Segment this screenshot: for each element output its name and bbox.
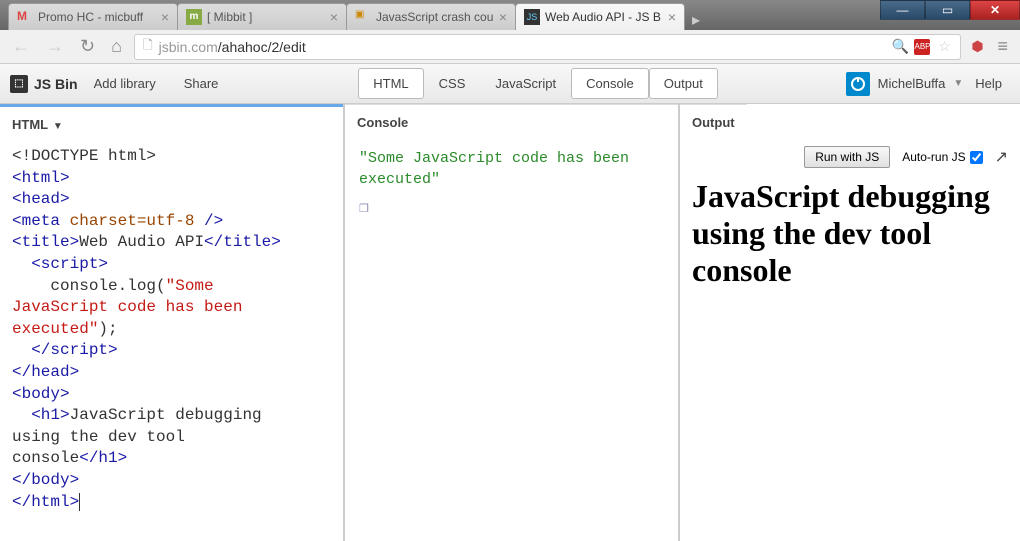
code-editor[interactable]: <!DOCTYPE html> <html> <head> <meta char…	[0, 142, 343, 517]
browser-toolbar: ← → ↻ ⌂ 🗋 jsbin.com/ahahoc/2/edit 🔍 ABP …	[0, 30, 1020, 64]
autorun-input[interactable]	[970, 151, 983, 164]
share-menu[interactable]: Share	[172, 70, 231, 97]
jsbin-icon: JS	[524, 9, 540, 25]
html-pane-header[interactable]: HTML ▼	[0, 104, 343, 142]
menu-icon[interactable]: ≡	[993, 34, 1012, 59]
window-maximize-button[interactable]: ▭	[925, 0, 970, 20]
output-frame: JavaScript debugging using the dev tool …	[680, 174, 1020, 292]
tab-title: [ Mibbit ]	[207, 10, 325, 24]
back-button[interactable]: ←	[8, 34, 34, 59]
tab-title: Web Audio API - JS B	[545, 10, 663, 24]
help-link[interactable]: Help	[967, 76, 1010, 91]
user-section[interactable]: MichelBuffa ▼	[846, 72, 964, 96]
window-minimize-button[interactable]: —	[880, 0, 925, 20]
browser-tab-mibbit[interactable]: m [ Mibbit ] ×	[177, 3, 347, 30]
popout-icon[interactable]: ↗	[995, 147, 1008, 167]
avatar	[846, 72, 870, 96]
abp-icon[interactable]: ABP	[914, 39, 930, 55]
tab-title: JavasScript crash cou	[376, 10, 494, 24]
tab-output[interactable]: Output	[649, 68, 718, 99]
panel-tabs: HTML CSS JavaScript Console Output	[358, 68, 718, 99]
tab-console[interactable]: Console	[571, 68, 649, 99]
browser-tab-jsbin[interactable]: JS Web Audio API - JS B ×	[515, 3, 685, 30]
window-controls: — ▭ ✕	[880, 0, 1020, 20]
close-icon[interactable]: ×	[161, 9, 169, 25]
editor-area: HTML ▼ <!DOCTYPE html> <html> <head> <me…	[0, 104, 1020, 541]
output-pane: Output Run with JS Auto-run JS ↗ JavaScr…	[680, 104, 1020, 541]
browser-tab-gmail[interactable]: M Promo HC - micbuff ×	[8, 3, 178, 30]
new-tab-button[interactable]: ▸	[684, 10, 708, 30]
console-output: "Some JavaScript code has been executed"	[345, 140, 678, 198]
gmail-icon: M	[17, 9, 33, 25]
username: MichelBuffa	[878, 76, 946, 91]
forward-button[interactable]: →	[42, 34, 68, 59]
console-pane-header[interactable]: Console	[345, 104, 678, 140]
browser-tab-bar: M Promo HC - micbuff × m [ Mibbit ] × ▣ …	[0, 0, 1020, 30]
home-button[interactable]: ⌂	[107, 34, 126, 59]
output-controls: Run with JS Auto-run JS ↗	[680, 140, 1020, 174]
tab-title: Promo HC - micbuff	[38, 10, 156, 24]
close-icon[interactable]: ×	[499, 9, 507, 25]
reload-button[interactable]: ↻	[76, 34, 99, 59]
page-icon: 🗋	[143, 36, 153, 57]
window-close-button[interactable]: ✕	[970, 0, 1020, 20]
close-icon[interactable]: ×	[330, 9, 338, 25]
tab-html[interactable]: HTML	[358, 68, 423, 99]
logo-icon: ⬚	[10, 75, 28, 93]
zoom-icon[interactable]: 🔍	[892, 39, 908, 55]
console-prompt[interactable]: ❐	[345, 198, 678, 219]
url-input[interactable]: 🗋 jsbin.com/ahahoc/2/edit 🔍 ABP ☆	[134, 34, 962, 60]
run-with-js-button[interactable]: Run with JS	[804, 146, 890, 168]
html-pane: HTML ▼ <!DOCTYPE html> <html> <head> <me…	[0, 104, 345, 541]
autorun-checkbox[interactable]: Auto-run JS	[902, 150, 982, 164]
chevron-down-icon: ▼	[953, 78, 963, 89]
output-pane-header[interactable]: Output	[680, 104, 747, 140]
output-heading: JavaScript debugging using the dev tool …	[692, 178, 1008, 288]
bookmark-icon[interactable]: ☆	[936, 39, 952, 55]
edx-icon: ▣	[355, 9, 371, 25]
tab-css[interactable]: CSS	[424, 68, 481, 99]
tab-javascript[interactable]: JavaScript	[480, 68, 571, 99]
console-pane: Console "Some JavaScript code has been e…	[345, 104, 680, 541]
jsbin-logo[interactable]: ⬚ JS Bin	[10, 75, 78, 93]
add-library-menu[interactable]: Add library	[82, 70, 168, 97]
mibbit-icon: m	[186, 9, 202, 25]
close-icon[interactable]: ×	[668, 9, 676, 25]
ublock-icon[interactable]: ⬢	[969, 39, 985, 55]
chevron-down-icon: ▼	[50, 121, 63, 132]
browser-tab-edx[interactable]: ▣ JavasScript crash cou ×	[346, 3, 516, 30]
url-text: jsbin.com/ahahoc/2/edit	[159, 39, 887, 55]
jsbin-toolbar: ⬚ JS Bin Add library Share HTML CSS Java…	[0, 64, 1020, 104]
